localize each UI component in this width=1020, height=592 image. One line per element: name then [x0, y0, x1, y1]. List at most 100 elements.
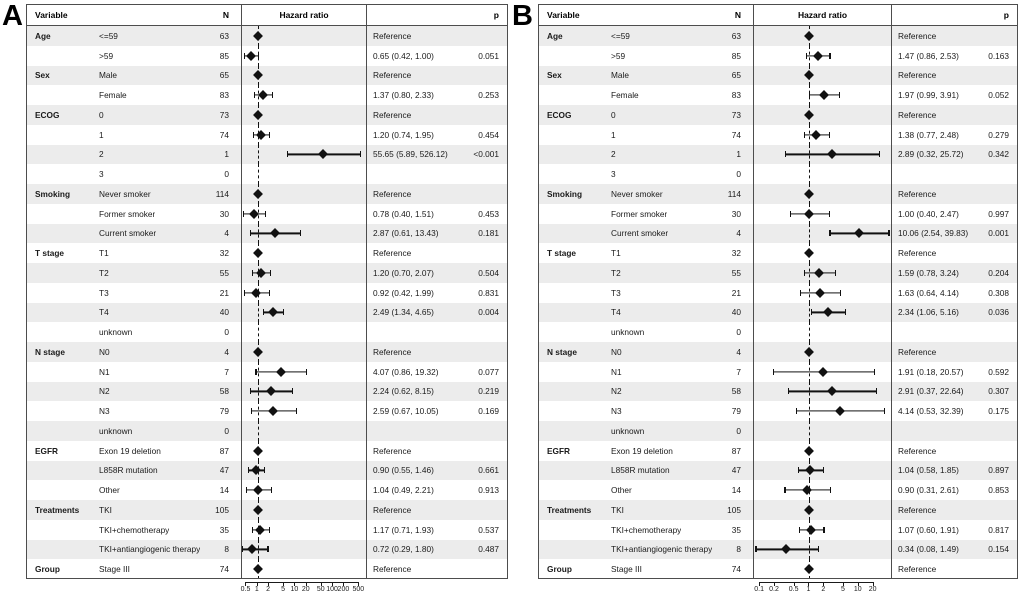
reference-line [809, 421, 811, 441]
cell-variable-group: EGFR [547, 445, 571, 456]
column-divider-2 [891, 322, 892, 342]
column-divider-2 [891, 480, 892, 500]
hazard-ratio-point [805, 524, 816, 535]
axis-tick-label: 100 [326, 586, 338, 592]
column-divider-1 [753, 401, 754, 421]
cell-variable-group: ECOG [547, 109, 572, 120]
cell-estimate: 2.59 (0.67, 10.05) [373, 406, 439, 417]
confidence-interval-cap-upper [268, 131, 270, 138]
confidence-interval-cap-lower [243, 289, 245, 296]
column-divider-1 [753, 223, 754, 244]
table-row: 2 1 2.89 (0.32, 25.72) 0.342 [539, 144, 1017, 165]
confidence-interval-cap-lower [829, 230, 831, 237]
column-divider-2 [891, 282, 892, 303]
axis-tick-label: 0.2 [769, 586, 779, 592]
column-divider-2 [891, 460, 892, 481]
cell-estimate: Reference [373, 564, 412, 575]
hazard-ratio-point [252, 30, 263, 41]
forest-plot-cell [754, 164, 891, 184]
column-header-hazard-ratio: Hazard ratio [797, 10, 848, 20]
cell-variable-level: 0 [99, 109, 104, 120]
cell-estimate: 0.90 (0.55, 1.46) [373, 465, 434, 476]
cell-variable-group: N stage [547, 346, 577, 357]
table-row: Group Stage III 74 Reference [27, 559, 507, 578]
forest-plot-cell [242, 342, 366, 362]
forest-plot-cell [754, 539, 891, 560]
confidence-interval-cap-upper [883, 408, 886, 415]
cell-variable-level: 3 [99, 169, 104, 180]
cell-estimate: Reference [898, 30, 937, 41]
cell-variable-level: 2 [611, 149, 616, 160]
column-divider-2 [891, 440, 892, 461]
cell-estimate: Reference [898, 504, 937, 515]
reference-line [257, 302, 259, 323]
cell-variable-level: Male [611, 70, 629, 81]
column-divider-1 [241, 203, 242, 224]
cell-n: 73 [219, 109, 229, 120]
reference-line [809, 164, 811, 184]
table-row: TKI+antiangiogenic therapy 8 0.72 (0.29, 1… [27, 539, 507, 560]
cell-p-value: 0.279 [988, 129, 1009, 140]
cell-variable-level: T1 [99, 248, 109, 259]
confidence-interval-cap-lower [255, 368, 257, 375]
cell-n: 87 [219, 445, 229, 456]
cell-variable-level: N3 [611, 406, 622, 417]
column-divider-1 [241, 243, 242, 263]
axis-tick-label: 50 [316, 586, 325, 592]
axis-tick-label: 200 [337, 586, 350, 592]
table-row: Female 83 1.97 (0.99, 3.91) 0.052 [539, 85, 1017, 105]
cell-n: 83 [731, 90, 741, 101]
axis-tick [320, 582, 322, 586]
forest-plot-cell [754, 184, 891, 204]
axis-tick [823, 582, 825, 586]
forest-plot-cell [754, 559, 891, 578]
column-divider-1 [241, 539, 242, 560]
axis-tick [332, 582, 334, 586]
cell-variable-level: N3 [99, 406, 110, 417]
hazard-ratio-point [781, 544, 792, 555]
cell-n: 7 [736, 366, 741, 377]
table-row: N stage N0 4 Reference [539, 342, 1017, 362]
forest-plot-cell [242, 519, 366, 540]
column-header-variable: Variable [35, 10, 68, 20]
cell-p-value: 0.913 [478, 485, 499, 496]
cell-variable-level: 3 [611, 169, 616, 180]
reference-line [809, 322, 811, 342]
table-row: Age <=59 63 Reference [539, 26, 1017, 46]
cell-estimate: 2.34 (1.06, 5.16) [898, 307, 959, 318]
cell-variable-level: Female [99, 90, 127, 101]
confidence-interval-cap-lower [243, 52, 245, 59]
confidence-interval-cap-upper [876, 388, 878, 395]
column-divider-1 [753, 361, 754, 382]
cell-n: 0 [736, 327, 741, 338]
cell-variable-group: T stage [35, 248, 65, 259]
panel-label-a: A [2, 0, 23, 32]
axis-tick-label: 0.5 [240, 586, 251, 592]
cell-p-value: <0.001 [473, 149, 499, 160]
header-column-divider-1 [753, 5, 754, 25]
table-row: Age <=59 63 Reference [27, 26, 507, 46]
column-divider-1 [241, 440, 242, 461]
cell-n: 40 [219, 307, 229, 318]
table-row: T4 40 2.34 (1.06, 5.16) 0.036 [539, 302, 1017, 323]
axis-tick-label: 0.5 [788, 586, 799, 592]
column-divider-2 [891, 381, 892, 402]
forest-plot-cell [242, 460, 366, 481]
cell-variable-group: Age [35, 30, 51, 41]
column-header-variable: Variable [547, 10, 580, 20]
cell-variable-group: Treatments [547, 504, 592, 515]
column-divider-1 [241, 480, 242, 500]
hazard-ratio-point [252, 109, 263, 120]
table-row: Other 14 1.04 (0.49, 2.21) 0.913 [27, 480, 507, 500]
cell-n: 30 [219, 208, 229, 219]
hazard-ratio-point [252, 445, 263, 456]
forest-plot-cell [242, 105, 366, 125]
cell-n: 74 [731, 129, 741, 140]
confidence-interval-cap-lower [251, 269, 254, 276]
table-row: T stage T1 32 Reference [27, 243, 507, 263]
cell-variable-group: T stage [547, 248, 577, 259]
confidence-interval-cap-upper [844, 309, 846, 316]
column-divider-1 [241, 401, 242, 421]
forest-plot-cell [242, 164, 366, 184]
confidence-interval-cap-lower [803, 131, 806, 138]
